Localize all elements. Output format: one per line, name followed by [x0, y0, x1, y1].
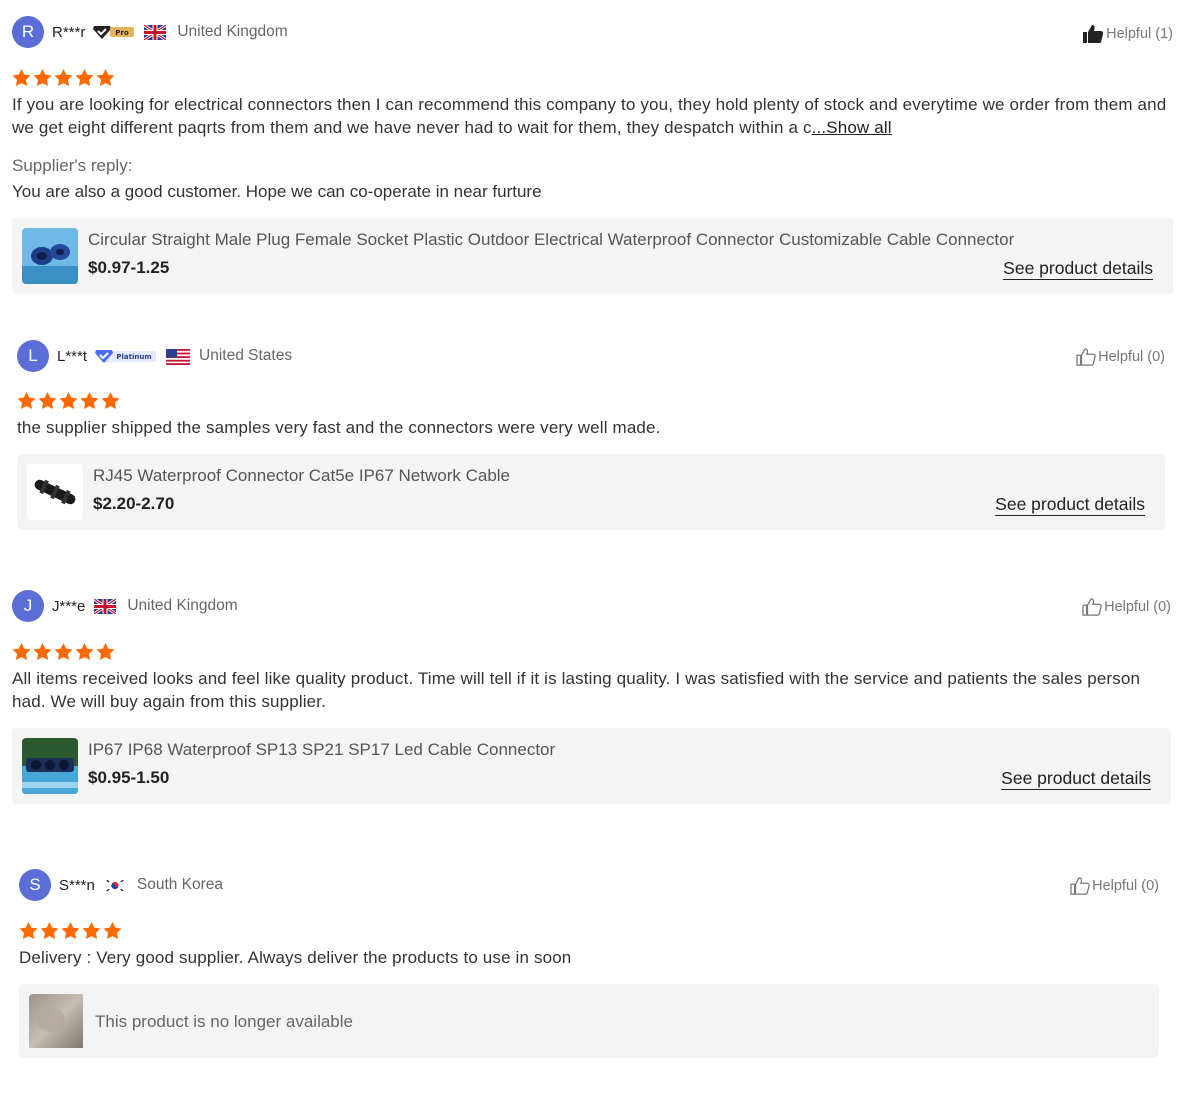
- star-icon: [19, 922, 38, 940]
- review-header: S S***n South Korea Helpful (0): [19, 869, 1159, 901]
- helpful-label: Helpful (1): [1106, 26, 1173, 42]
- badge-label: Pro: [116, 29, 130, 37]
- reviewer-name: L***t: [57, 347, 88, 365]
- reviewer-country: United Kingdom: [177, 23, 288, 40]
- star-rating: [12, 69, 1173, 87]
- reviewer-country: United States: [199, 347, 293, 364]
- reviewer-name: R***r: [52, 23, 86, 41]
- avatar: L: [17, 340, 49, 372]
- product-price: $0.95-1.50: [88, 768, 170, 787]
- badge-label: Platinum: [116, 353, 151, 361]
- product-price: $0.97-1.25: [88, 258, 170, 277]
- helpful-label: Helpful (0): [1104, 599, 1171, 615]
- see-product-details-link[interactable]: See product details: [1001, 768, 1151, 789]
- product-image[interactable]: [22, 738, 78, 794]
- star-icon: [75, 643, 94, 661]
- review-header: L L***t Platinum United States Helpful (…: [17, 340, 1165, 372]
- star-icon: [38, 392, 57, 410]
- reviewer-name: S***n: [59, 876, 95, 894]
- product-unavailable-text: This product is no longer available: [95, 1012, 353, 1031]
- star-icon: [54, 643, 73, 661]
- star-icon: [103, 922, 122, 940]
- reviewer-country: United Kingdom: [127, 597, 238, 614]
- review-text: Delivery : Very good supplier. Always de…: [19, 948, 572, 967]
- product-card[interactable]: Circular Straight Male Plug Female Socke…: [12, 218, 1173, 294]
- star-icon: [59, 392, 78, 410]
- review-header: J J***e United Kingdom Helpful (0): [12, 590, 1171, 622]
- star-icon: [12, 69, 31, 87]
- product-title[interactable]: Circular Straight Male Plug Female Socke…: [88, 230, 1014, 250]
- review-card: L L***t Platinum United States Helpful (…: [17, 340, 1165, 530]
- star-icon: [54, 69, 73, 87]
- star-icon: [33, 643, 52, 661]
- flag-us-icon: [166, 348, 191, 365]
- helpful-label: Helpful (0): [1092, 878, 1159, 894]
- review-body: If you are looking for electrical connec…: [12, 95, 1167, 137]
- review-text: the supplier shipped the samples very fa…: [17, 418, 661, 437]
- flag-uk-icon: [93, 597, 118, 615]
- thumbs-up-icon: [1076, 348, 1096, 366]
- reviewer-name: J***e: [52, 597, 86, 615]
- product-title[interactable]: IP67 IP68 Waterproof SP13 SP21 SP17 Led …: [88, 740, 555, 760]
- star-icon: [96, 69, 115, 87]
- star-icon: [61, 922, 80, 940]
- review-card: R R***r Pro United Kingdom Helpful (1) I…: [12, 16, 1173, 294]
- star-icon: [75, 69, 94, 87]
- product-card[interactable]: IP67 IP68 Waterproof SP13 SP21 SP17 Led …: [12, 728, 1171, 804]
- review-header: R R***r Pro United Kingdom Helpful (1): [12, 16, 1173, 48]
- thumbs-up-icon: [1083, 25, 1104, 43]
- review-card: S S***n South Korea Helpful (0) Delivery…: [19, 869, 1159, 1058]
- product-image[interactable]: [22, 228, 78, 284]
- helpful-button[interactable]: Helpful (0): [1070, 877, 1159, 895]
- star-rating: [12, 643, 1171, 661]
- avatar: R: [12, 16, 44, 48]
- star-icon: [101, 392, 120, 410]
- star-icon: [40, 922, 59, 940]
- supplier-reply-text: You are also a good customer. Hope we ca…: [12, 182, 542, 201]
- helpful-button[interactable]: Helpful (1): [1082, 24, 1173, 44]
- flag-kr-icon: [103, 877, 126, 893]
- review-text: If you are looking for electrical connec…: [12, 93, 1173, 139]
- helpful-button[interactable]: Helpful (0): [1076, 348, 1165, 366]
- reviewer-country: South Korea: [136, 876, 224, 893]
- see-product-details-link[interactable]: See product details: [995, 494, 1145, 515]
- avatar: J: [12, 590, 44, 622]
- review-text: All items received looks and feel like q…: [12, 669, 1141, 711]
- show-all-link[interactable]: ...Show all: [812, 118, 892, 137]
- helpful-button[interactable]: Helpful (0): [1082, 598, 1171, 616]
- product-price: $2.20-2.70: [93, 494, 175, 513]
- helpful-label: Helpful (0): [1098, 349, 1165, 365]
- see-product-details-link[interactable]: See product details: [1003, 258, 1153, 279]
- product-card: This product is no longer available: [19, 984, 1159, 1058]
- star-icon: [80, 392, 99, 410]
- thumbs-up-icon: [1082, 598, 1102, 616]
- star-rating: [17, 392, 1165, 410]
- product-image: [29, 994, 85, 1050]
- star-icon: [82, 922, 101, 940]
- star-icon: [12, 643, 31, 661]
- star-icon: [17, 392, 36, 410]
- star-rating: [19, 922, 1159, 940]
- product-title[interactable]: RJ45 Waterproof Connector Cat5e IP67 Net…: [93, 466, 510, 486]
- avatar: S: [19, 869, 51, 901]
- review-card: J J***e United Kingdom Helpful (0) All i…: [12, 590, 1171, 804]
- star-icon: [33, 69, 52, 87]
- pro-badge: Pro: [93, 24, 135, 40]
- flag-uk-icon: [143, 23, 168, 41]
- product-image[interactable]: [27, 464, 83, 520]
- product-card[interactable]: RJ45 Waterproof Connector Cat5e IP67 Net…: [17, 454, 1165, 530]
- star-icon: [96, 643, 115, 661]
- platinum-badge: Platinum: [95, 348, 157, 364]
- supplier-reply-label: Supplier's reply:: [12, 156, 133, 175]
- thumbs-up-icon: [1070, 877, 1090, 895]
